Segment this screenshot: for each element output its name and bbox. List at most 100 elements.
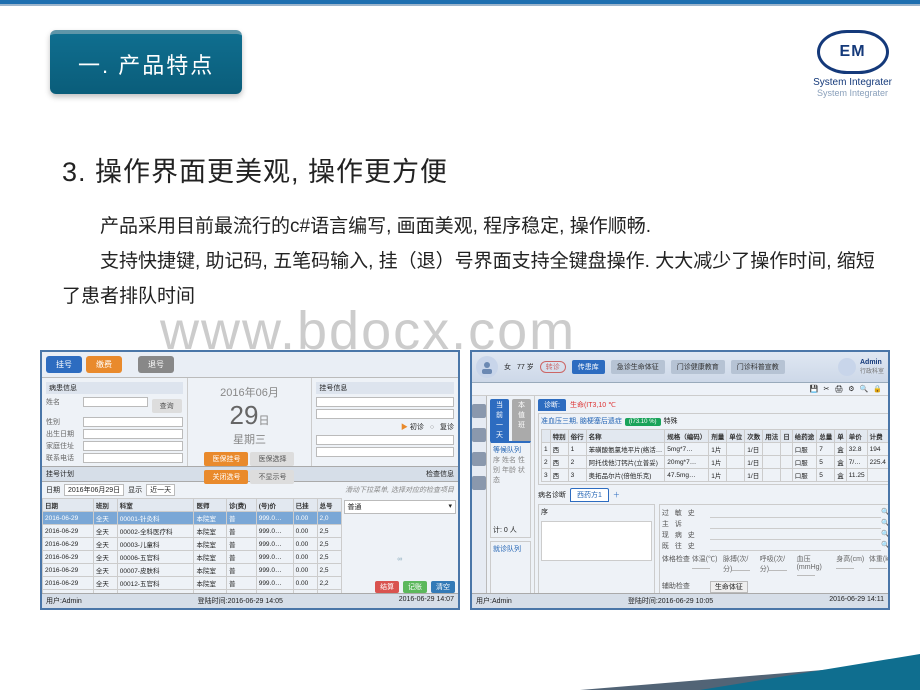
s1-reg-header: 挂号信息	[319, 383, 347, 393]
btn-close-num[interactable]: 关闭选号	[204, 470, 248, 484]
fee-dropdown-icon[interactable]: ▾	[448, 502, 452, 512]
caret-icon: ▶	[401, 424, 408, 431]
s2-main-panel: 诊断: 生命(IT3,10 ℃ 准血压三期, 脑梗塞后遗症 (I73.10 %)…	[535, 396, 890, 596]
body-content: 3. 操作界面更美观, 操作更方便 产品采用目前最流行的c#语言编写, 画面美观…	[62, 150, 880, 314]
diag-sub: 特殊	[663, 418, 677, 425]
s1-user: 用户:Admin	[46, 596, 82, 606]
side-icon-1[interactable]	[472, 404, 486, 418]
fee-title: 检查信息	[426, 469, 454, 479]
btn-settle[interactable]: 结算	[375, 581, 399, 593]
tab-duty[interactable]: 本值班	[512, 399, 531, 441]
screenshot-registration: 挂号 缴费 退号 病患信息 姓名查询 性别 出生日期 家庭住址 联系电话 201…	[40, 350, 460, 610]
btn-medins-sel[interactable]: 医保选择	[250, 452, 294, 466]
screenshot-doctor-station: 女 77 岁 转诊 传患库 急诊生命体征 门诊健康教育 门诊科普宣教 Admin…	[470, 350, 890, 610]
btn-lookup[interactable]: 查询	[152, 399, 182, 413]
admin-name: Admin	[860, 359, 884, 366]
rx-table: 特别俗行名称规格（编码）剂量单位次数用法日给药途总量单单价计费备1西1苯磺酸氨氯…	[541, 429, 890, 482]
btn-hide-num[interactable]: 不显示号	[250, 470, 294, 484]
plus-icon[interactable]: ＋	[613, 490, 620, 500]
footer-accent-teal	[700, 654, 920, 690]
tab-diag[interactable]: 诊断:	[538, 399, 566, 411]
input-birth[interactable]	[83, 429, 183, 439]
opt-first[interactable]: 初诊	[410, 424, 424, 431]
s1-reg-panel: 挂号信息 ▶ 初诊 ○ 复诊	[312, 378, 458, 466]
s1-date-block: 2016年06月 29日 星期三 医保挂号医保选择 关闭选号不显示号	[188, 378, 313, 466]
slide: 一. 产品特点 EM System Integrater System Inte…	[0, 0, 920, 690]
lbl-birth: 出生日期	[46, 429, 80, 439]
s1-patient-panel: 病患信息 姓名查询 性别 出生日期 家庭住址 联系电话	[42, 378, 188, 466]
fee-total-label: 普通	[348, 502, 362, 512]
btn-refund[interactable]: 退号	[138, 356, 174, 373]
btn-medins-reg[interactable]: 医保挂号	[204, 452, 248, 466]
tab-patient-lib[interactable]: 传患库	[572, 360, 605, 374]
admin-avatar-icon	[838, 358, 856, 376]
plan-title: 挂号计划	[46, 469, 74, 479]
patient-gender: 女	[504, 362, 511, 372]
val-show[interactable]: 近一天	[146, 484, 175, 496]
scissors-icon[interactable]: ✂	[824, 385, 830, 393]
wait-cols: 序 姓名 性别 年龄 状态	[493, 455, 528, 485]
s2-queue-panel: 当前一天 本值班 等候队列 序 姓名 性别 年龄 状态 计: 0 人 就诊队列 …	[487, 396, 535, 596]
reg-field-4[interactable]	[316, 447, 454, 457]
search-icon[interactable]: 🔍	[860, 385, 869, 393]
input-name[interactable]	[83, 397, 148, 407]
side-icon-2[interactable]	[472, 428, 486, 442]
tab-edu[interactable]: 门诊健康教育	[671, 360, 725, 374]
s2-sidebar	[472, 396, 487, 596]
lbl-addr: 家庭住址	[46, 441, 80, 451]
diag-code: (I73.10 %)	[625, 418, 661, 426]
admin-dept: 行政科室	[860, 366, 884, 375]
badge-referral: 转诊	[540, 361, 566, 373]
wait-count-label: 计:	[493, 527, 502, 534]
input-addr[interactable]	[83, 441, 183, 451]
opt-return[interactable]: 复诊	[440, 424, 454, 431]
section-title: 一. 产品特点	[50, 30, 242, 94]
btn-pay[interactable]: 缴费	[86, 356, 122, 373]
rx-tab-1[interactable]: 西药方1	[570, 488, 609, 502]
lock-icon[interactable]: 🔒	[873, 385, 882, 393]
hint-text: 滑动下拉菜单, 选择对应的检查项目	[345, 485, 454, 495]
reg-field-2[interactable]	[316, 409, 454, 419]
record-fields: 过 敏 史🔍 📋主 诉🔍 📋现 病 史🔍 📋既 往 史🔍 📋体格检查体温(℃)脉…	[659, 504, 890, 596]
diag-title: 准血压三期, 脑梗塞后遗症	[541, 418, 622, 425]
save-icon[interactable]: 💾	[810, 385, 819, 393]
lbl-gender: 性别	[46, 417, 80, 427]
input-gender[interactable]	[83, 417, 183, 427]
avatar-icon	[476, 356, 498, 378]
tab-today[interactable]: 当前一天	[490, 399, 509, 441]
done-title: 就诊队列	[493, 544, 528, 554]
fee-row-1[interactable]	[344, 516, 456, 526]
print-icon[interactable]: 🖨	[834, 385, 843, 393]
btn-clear[interactable]: 清空	[431, 581, 455, 593]
gear-icon[interactable]: ⚙	[848, 385, 854, 393]
s1-patient-header: 病患信息	[46, 382, 183, 394]
reg-field-3[interactable]	[316, 435, 454, 445]
paragraph-1: 产品采用目前最流行的c#语言编写, 画面美观, 程序稳定, 操作顺畅.	[62, 209, 880, 244]
tab-pub[interactable]: 门诊科普宣教	[731, 360, 785, 374]
rec-list-box	[541, 521, 652, 561]
s1-toolbar: 挂号 缴费 退号	[42, 352, 458, 378]
btn-register[interactable]: 挂号	[46, 356, 82, 373]
input-tel[interactable]	[83, 453, 183, 463]
s2-header: 女 77 岁 转诊 传患库 急诊生命体征 门诊健康教育 门诊科普宣教 Admin…	[472, 352, 888, 383]
date-day: 29	[230, 400, 259, 430]
date-day-suffix: 日	[258, 415, 269, 427]
logo-oval: EM	[817, 30, 889, 74]
tab-vital[interactable]: 急诊生命体征	[611, 360, 665, 374]
headline: 3. 操作界面更美观, 操作更方便	[62, 150, 880, 189]
val-date[interactable]: 2016年06月29日	[64, 484, 124, 496]
side-icon-4[interactable]	[472, 476, 486, 490]
date-weekday: 星期三	[194, 431, 306, 447]
fee-row-3[interactable]	[344, 540, 456, 550]
btn-record[interactable]: 记账	[403, 581, 427, 593]
fee-row-2[interactable]	[344, 528, 456, 538]
s2-login: 登陆时间:2016-06-29 10:05	[628, 596, 713, 606]
paragraph-2: 支持快捷键, 助记码, 五笔码输入, 挂（退）号界面支持全键盘操作. 大大减少了…	[62, 244, 880, 314]
lbl-date: 日期	[46, 485, 60, 495]
reg-field-1[interactable]	[316, 397, 454, 407]
sub-stripe	[0, 4, 920, 6]
side-icon-3[interactable]	[472, 452, 486, 466]
logo-subcaption: System Integrater	[813, 88, 892, 98]
wait-count: 0 人	[504, 527, 517, 534]
lbl-show: 显示	[128, 485, 142, 495]
